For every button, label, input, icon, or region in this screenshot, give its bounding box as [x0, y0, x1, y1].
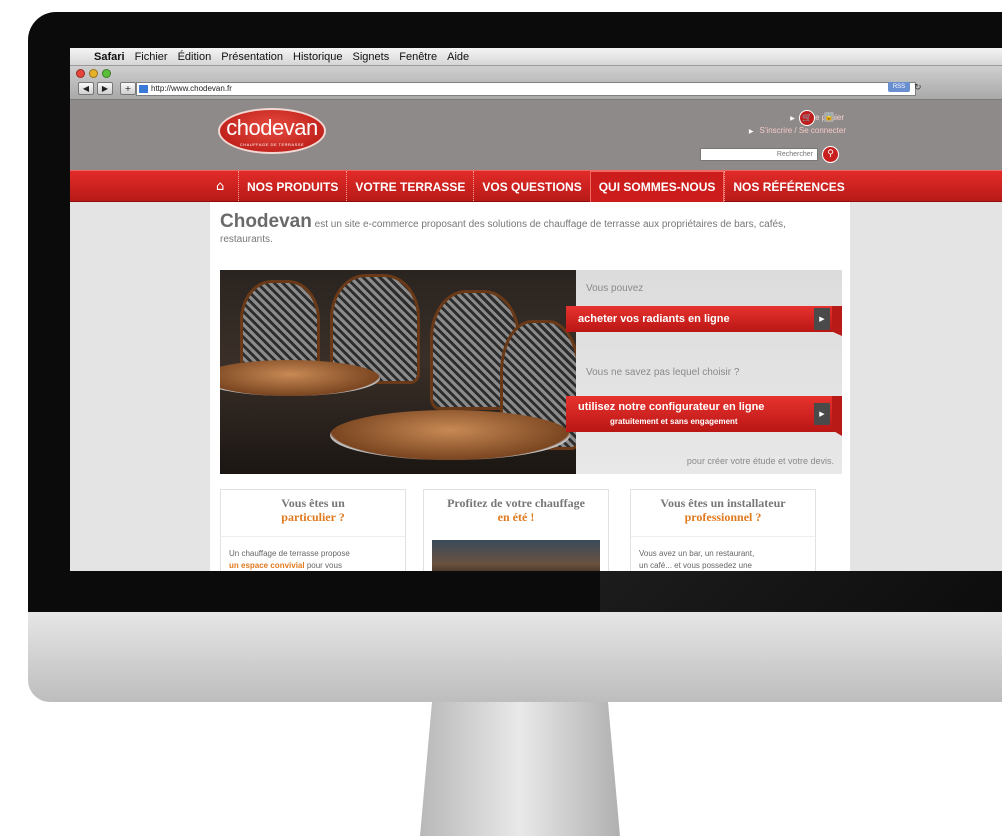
- add-bookmark-button[interactable]: +: [120, 82, 136, 95]
- logo-text: chodevan: [226, 115, 318, 140]
- imac-stand: [420, 702, 620, 836]
- minimize-window-button[interactable]: [89, 69, 98, 78]
- nav-votre-terrasse[interactable]: VOTRE TERRASSE: [346, 171, 473, 203]
- nav-vos-questions[interactable]: VOS QUESTIONS: [473, 171, 589, 203]
- box-title-line1: Vous êtes un installateur: [660, 496, 786, 510]
- divider: [221, 536, 405, 537]
- reload-icon[interactable]: ↻: [914, 82, 922, 94]
- vous-pouvez-text: Vous pouvez: [586, 283, 644, 294]
- lock-icon[interactable]: 🔒: [824, 112, 834, 122]
- screen: Safari Fichier Édition Présentation Hist…: [70, 48, 1002, 571]
- choose-question-text: Vous ne savez pas lequel choisir ?: [586, 367, 740, 378]
- box-title-line2: en été !: [497, 510, 535, 524]
- back-button[interactable]: ◀: [78, 82, 94, 95]
- nav-qui-sommes-nous[interactable]: QUI SOMMES-NOUS: [589, 171, 725, 203]
- divider: [631, 536, 815, 537]
- particulier-box[interactable]: Vous êtes un particulier ? Un chauffage d…: [220, 489, 406, 571]
- favicon-icon: [139, 85, 148, 93]
- intro-brand: Chodevan: [220, 211, 312, 232]
- main-content: Chodevan est un site e-commerce proposan…: [210, 202, 850, 571]
- professionnel-title: Vous êtes un installateur professionnel ?: [631, 496, 815, 524]
- configurator-sublabel: gratuitement et sans engagement: [610, 417, 738, 426]
- zoom-window-button[interactable]: [102, 69, 111, 78]
- terrace-chairs-image: [220, 270, 576, 474]
- cta-panel: Vous pouvez acheter vos radiants en lign…: [566, 270, 842, 474]
- window-controls: [76, 69, 111, 78]
- ete-box[interactable]: Profitez de votre chauffage en été !: [423, 489, 609, 571]
- ribbon-tail: [832, 306, 842, 336]
- box-title-line1: Profitez de votre chauffage: [447, 496, 585, 510]
- configurator-label: utilisez notre configurateur en ligne: [578, 401, 765, 413]
- address-text: http://www.chodevan.fr: [151, 84, 232, 93]
- address-bar[interactable]: http://www.chodevan.fr: [136, 82, 916, 96]
- menu-fenetre[interactable]: Fenêtre: [399, 48, 437, 65]
- macos-menubar: Safari Fichier Édition Présentation Hist…: [70, 48, 1002, 66]
- professionnel-box[interactable]: Vous êtes un installateur professionnel ?…: [630, 489, 816, 571]
- menu-fichier[interactable]: Fichier: [135, 48, 168, 65]
- login-link[interactable]: ▶ S'inscrire / Se connecter: [706, 125, 846, 138]
- menu-presentation[interactable]: Présentation: [221, 48, 283, 65]
- box-text-tail: pour vous: [304, 561, 342, 570]
- browser-toolbar: ◀ ▶ + http://www.chodevan.fr RSS ↻: [70, 66, 1002, 100]
- menu-historique[interactable]: Historique: [293, 48, 343, 65]
- search-input[interactable]: Rechercher: [700, 148, 818, 161]
- box-text-line1: Un chauffage de terrasse propose: [229, 549, 350, 558]
- menu-edition[interactable]: Édition: [178, 48, 212, 65]
- table-shape: [220, 360, 380, 396]
- arrow-right-icon: ▶: [814, 308, 830, 330]
- search-submit-icon[interactable]: ⚲: [822, 146, 839, 163]
- main-nav: ⌂ NOS PRODUITS VOTRE TERRASSE VOS QUESTI…: [70, 170, 1002, 203]
- history-buttons: ◀ ▶ +: [78, 82, 136, 95]
- ete-title: Profitez de votre chauffage en été !: [424, 496, 608, 524]
- site-header: chodevan CHAUFFAGE DE TERRASSE ▶ Votre pa…: [70, 100, 1002, 170]
- box-title-line2: professionnel ?: [684, 510, 762, 524]
- box-text-highlight: un espace convivial: [229, 561, 305, 570]
- cart-icon[interactable]: 🛒: [799, 110, 815, 126]
- menu-signets[interactable]: Signets: [353, 48, 390, 65]
- forward-button[interactable]: ▶: [97, 82, 113, 95]
- configurator-button[interactable]: utilisez notre configurateur en ligne gr…: [566, 396, 842, 436]
- summer-terrace-image: [432, 540, 600, 571]
- close-window-button[interactable]: [76, 69, 85, 78]
- arrow-right-icon: ▶: [814, 403, 830, 425]
- home-icon[interactable]: ⌂: [216, 180, 230, 194]
- box-title-line2: particulier ?: [281, 510, 345, 524]
- intro-text: Chodevan est un site e-commerce proposan…: [220, 211, 840, 247]
- box-title-line1: Vous êtes un: [281, 496, 345, 510]
- quote-text: pour créer votre étude et votre devis.: [686, 456, 834, 466]
- box-text-line1: Vous avez un bar, un restaurant,: [639, 549, 755, 558]
- imac-device: Safari Fichier Édition Présentation Hist…: [0, 0, 1002, 836]
- table-shape: [330, 410, 570, 460]
- ribbon-tail: [832, 396, 842, 436]
- chodevan-logo[interactable]: chodevan CHAUFFAGE DE TERRASSE: [218, 108, 326, 154]
- nav-nos-produits[interactable]: NOS PRODUITS: [238, 171, 346, 203]
- menu-safari[interactable]: Safari: [94, 48, 125, 65]
- buy-online-label: acheter vos radiants en ligne: [578, 313, 730, 325]
- rss-button[interactable]: RSS: [888, 82, 910, 92]
- buy-online-button[interactable]: acheter vos radiants en ligne ▶: [566, 306, 842, 336]
- triangle-bullet-icon: ▶: [790, 116, 795, 122]
- professionnel-text: Vous avez un bar, un restaurant, un café.…: [639, 548, 811, 571]
- menu-aide[interactable]: Aide: [447, 48, 469, 65]
- particulier-text: Un chauffage de terrasse propose un espac…: [229, 548, 401, 571]
- nav-nos-references[interactable]: NOS RÉFÉRENCES: [724, 171, 852, 203]
- triangle-bullet-icon: ▶: [748, 129, 754, 135]
- logo-subtitle: CHAUFFAGE DE TERRASSE: [239, 142, 305, 147]
- particulier-title: Vous êtes un particulier ?: [221, 496, 405, 524]
- login-link-label: S'inscrire / Se connecter: [759, 126, 846, 135]
- box-text-line2: un café... et vous possedez une: [639, 561, 752, 570]
- apple-logo-icon: [500, 630, 540, 678]
